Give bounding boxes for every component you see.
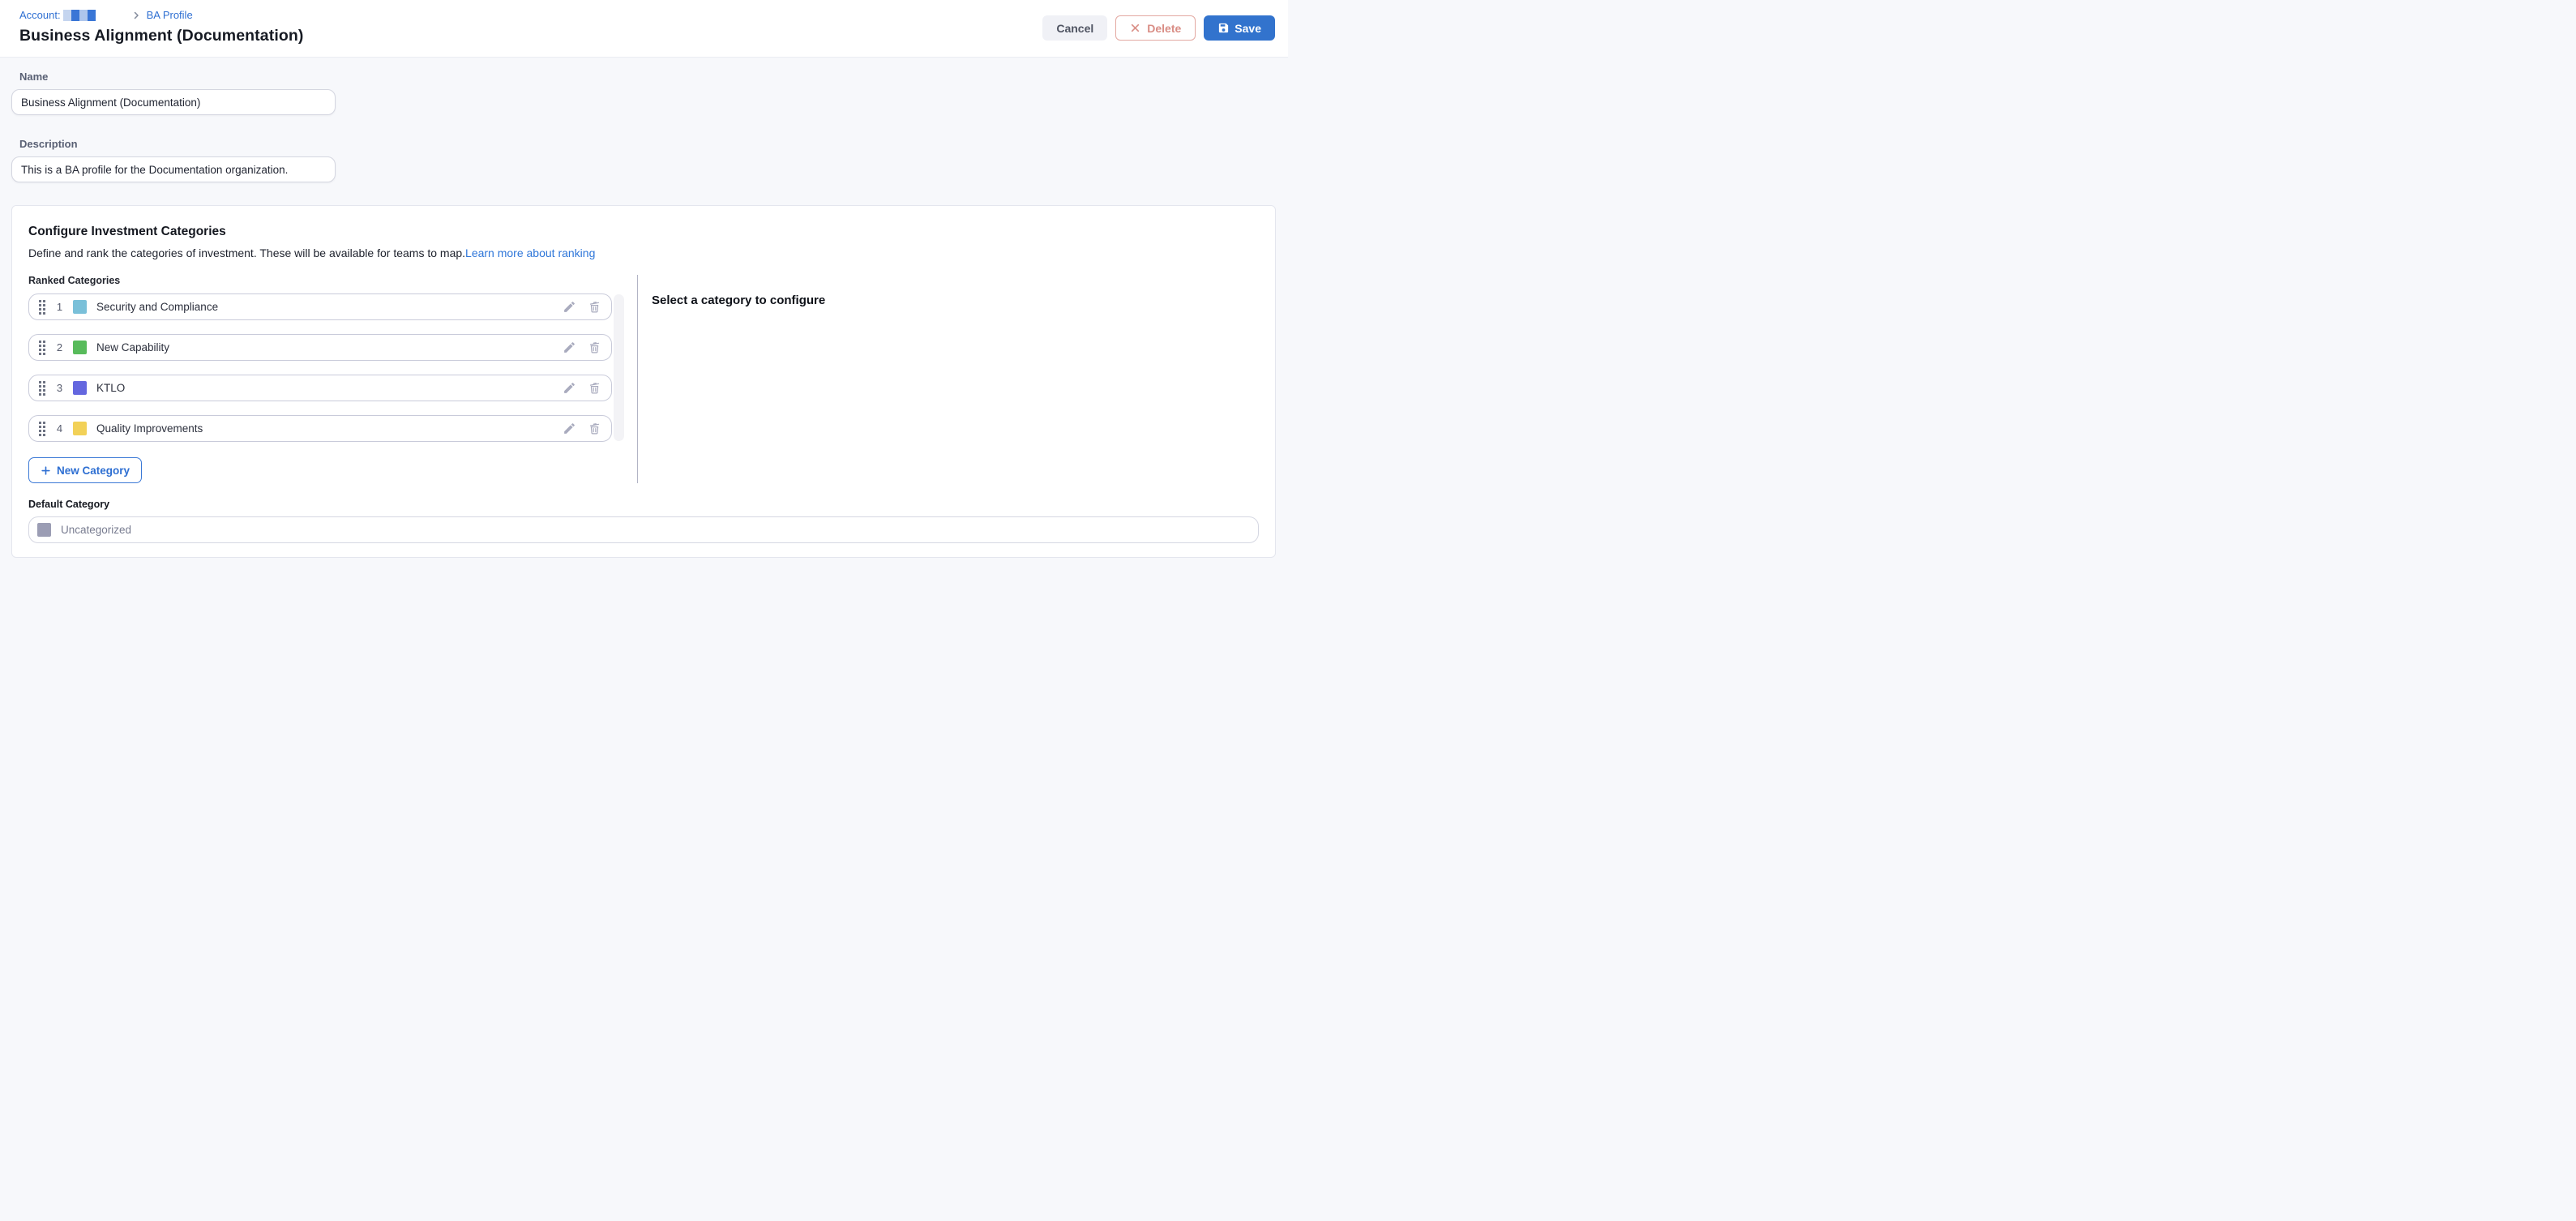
category-row[interactable]: 2 New Capability xyxy=(28,334,612,361)
category-name: Quality Improvements xyxy=(96,422,203,435)
ranked-categories-list-wrap: 1 Security and Compliance 2 xyxy=(28,293,624,442)
category-rank: 2 xyxy=(54,341,65,353)
edit-pencil-icon[interactable] xyxy=(563,422,576,435)
drag-handle-icon[interactable] xyxy=(39,381,45,396)
delete-trash-icon[interactable] xyxy=(588,381,601,395)
name-input[interactable] xyxy=(11,89,336,115)
description-field-block: Description xyxy=(11,138,1276,182)
drag-handle-icon[interactable] xyxy=(39,300,45,315)
category-color-swatch xyxy=(73,381,87,395)
save-icon xyxy=(1217,22,1230,34)
save-button[interactable]: Save xyxy=(1204,15,1275,41)
name-field-block: Name xyxy=(11,71,1276,115)
description-label: Description xyxy=(11,138,1276,150)
new-category-button[interactable]: New Category xyxy=(28,457,142,483)
category-rank: 3 xyxy=(54,382,65,394)
category-name: Security and Compliance xyxy=(96,301,218,313)
new-category-button-label: New Category xyxy=(57,465,130,477)
delete-button[interactable]: Delete xyxy=(1115,15,1196,41)
category-color-swatch xyxy=(73,422,87,435)
breadcrumb-ba-profile-link[interactable]: BA Profile xyxy=(147,9,193,21)
save-button-label: Save xyxy=(1235,22,1261,35)
edit-pencil-icon[interactable] xyxy=(563,341,576,354)
category-row[interactable]: 4 Quality Improvements xyxy=(28,415,612,442)
plus-icon xyxy=(41,465,51,476)
drag-handle-icon[interactable] xyxy=(39,422,45,436)
edit-pencil-icon[interactable] xyxy=(563,381,576,395)
ranked-categories-label: Ranked Categories xyxy=(28,275,624,286)
delete-trash-icon[interactable] xyxy=(588,341,601,354)
delete-trash-icon[interactable] xyxy=(588,300,601,314)
category-color-swatch xyxy=(73,341,87,354)
main-content: Name Description Configure Investment Ca… xyxy=(0,58,1288,558)
header-actions: Cancel Delete Save xyxy=(1042,15,1275,41)
default-category-block: Default Category Uncategorized xyxy=(28,499,1259,543)
category-name: New Capability xyxy=(96,341,169,353)
category-row[interactable]: 3 KTLO xyxy=(28,375,612,401)
category-row-actions xyxy=(563,300,601,314)
default-category-color-swatch xyxy=(37,523,51,537)
default-category-row[interactable]: Uncategorized xyxy=(28,516,1259,543)
delete-button-label: Delete xyxy=(1147,22,1181,35)
cancel-button[interactable]: Cancel xyxy=(1042,15,1107,41)
description-input[interactable] xyxy=(11,156,336,182)
list-scrollbar[interactable] xyxy=(614,294,624,441)
delete-trash-icon[interactable] xyxy=(588,422,601,435)
learn-more-link[interactable]: Learn more about ranking xyxy=(465,246,595,259)
edit-pencil-icon[interactable] xyxy=(563,300,576,314)
category-color-swatch xyxy=(73,300,87,314)
category-name: KTLO xyxy=(96,382,125,394)
category-row-actions xyxy=(563,341,601,354)
card-subtitle-text: Define and rank the categories of invest… xyxy=(28,246,465,259)
chevron-right-icon xyxy=(131,11,141,20)
investment-categories-card: Configure Investment Categories Define a… xyxy=(11,205,1276,558)
card-title: Configure Investment Categories xyxy=(28,225,1259,239)
categories-columns: Ranked Categories 1 Security and Complia… xyxy=(28,275,1259,483)
category-row[interactable]: 1 Security and Compliance xyxy=(28,293,612,320)
category-rank: 1 xyxy=(54,301,65,313)
name-label: Name xyxy=(11,71,1276,83)
ranked-categories-column: Ranked Categories 1 Security and Complia… xyxy=(28,275,624,483)
category-rank: 4 xyxy=(54,422,65,435)
close-icon xyxy=(1130,23,1140,33)
category-row-actions xyxy=(563,422,601,435)
default-category-name: Uncategorized xyxy=(61,524,131,536)
breadcrumb-account-link[interactable]: Account: xyxy=(19,9,61,21)
account-name-redacted xyxy=(63,10,96,21)
drag-handle-icon[interactable] xyxy=(39,341,45,355)
category-config-panel: Select a category to configure xyxy=(637,275,1259,483)
ranked-categories-list: 1 Security and Compliance 2 xyxy=(28,293,612,442)
card-subtitle: Define and rank the categories of invest… xyxy=(28,246,1259,259)
page-header: Account: BA Profile Business Alignment (… xyxy=(0,0,1288,58)
empty-state-text: Select a category to configure xyxy=(652,293,1259,307)
category-row-actions xyxy=(563,381,601,395)
default-category-label: Default Category xyxy=(28,499,1259,510)
